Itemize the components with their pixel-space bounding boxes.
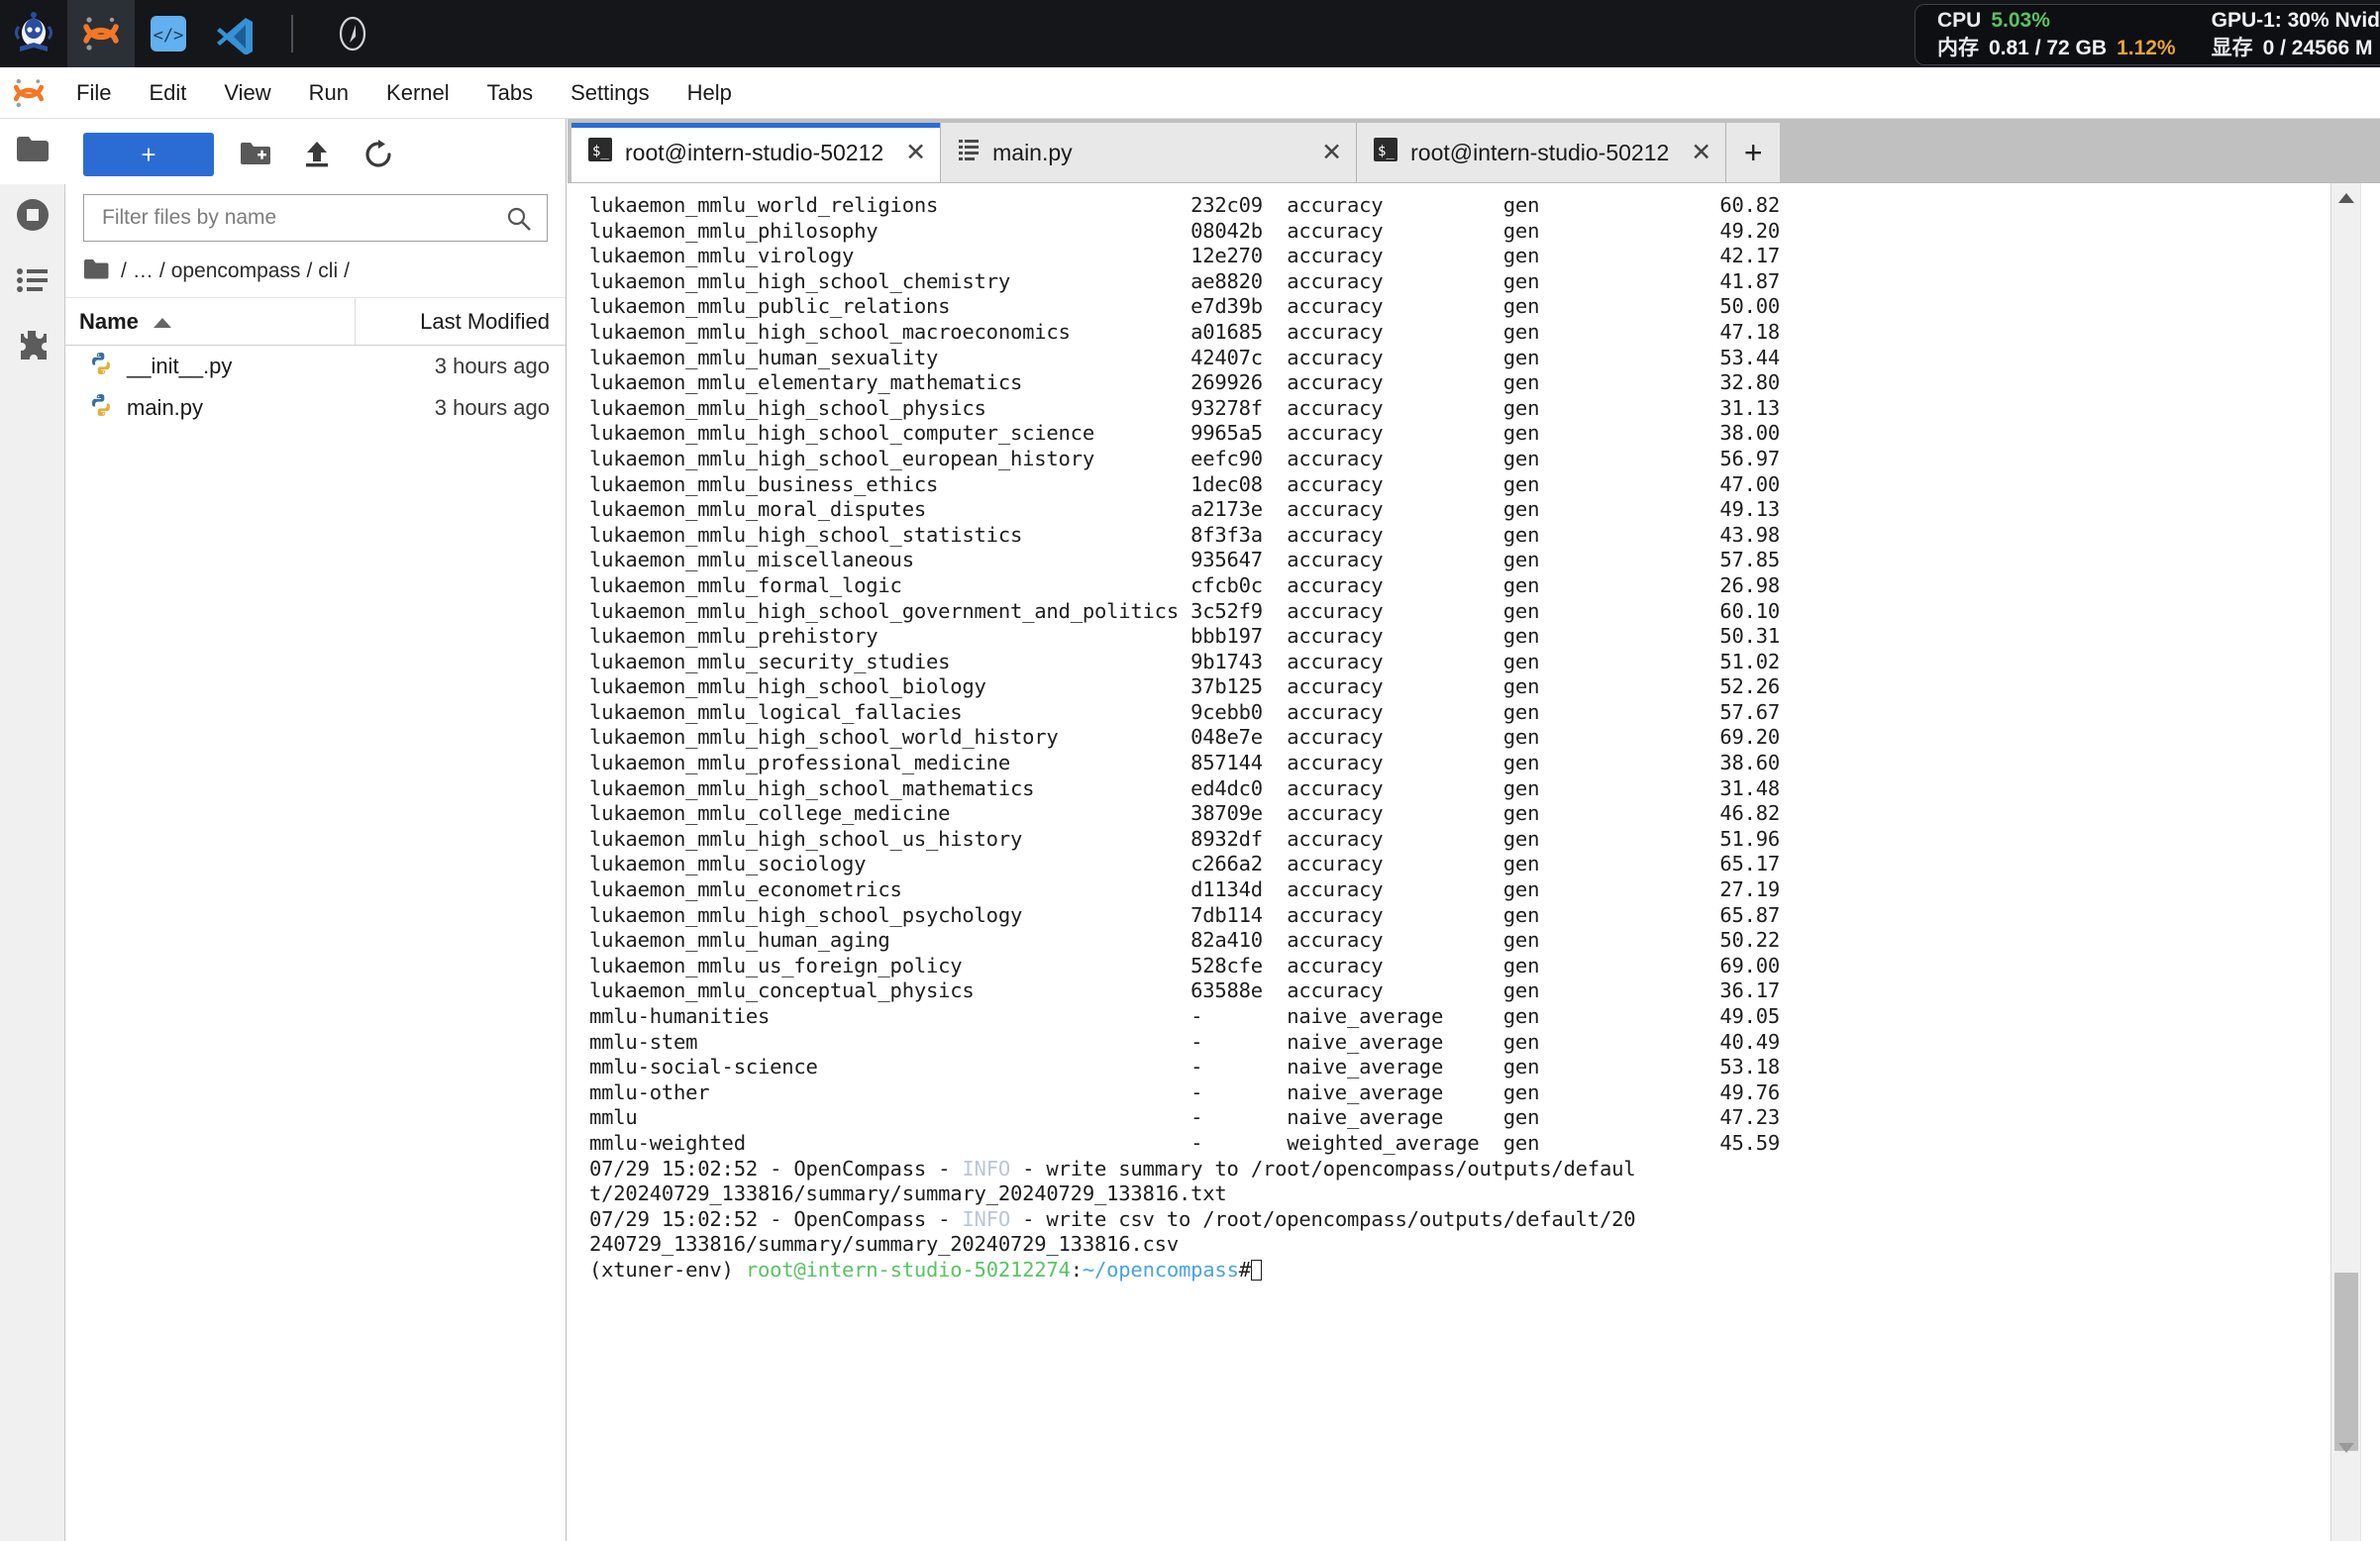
jupyter-app-icon[interactable] <box>67 0 135 67</box>
menu-help[interactable]: Help <box>672 76 748 110</box>
vram-label: 显存 <box>2211 37 2253 59</box>
breadcrumb: / … / opencompass / cli / <box>65 252 566 298</box>
memory-label: 内存 <box>1936 37 1979 59</box>
upload-icon[interactable] <box>297 135 337 174</box>
sidebar-item-table-of-contents[interactable] <box>0 250 65 315</box>
tab-terminal-1[interactable]: $_ root@intern-studio-50212 ✕ <box>571 123 942 182</box>
vscode-icon[interactable] <box>202 0 269 67</box>
list-item[interactable]: __init__.py 3 hours ago <box>65 346 566 387</box>
folder-icon <box>16 135 50 169</box>
column-header-name-label: Name <box>79 308 139 334</box>
breadcrumb-home-icon[interactable] <box>83 257 109 285</box>
svg-text:$_: $_ <box>592 144 609 159</box>
tab-label: root@intern-studio-50212 <box>1410 139 1670 165</box>
breadcrumb-cli[interactable]: cli <box>318 259 338 283</box>
jupyter-logo-icon <box>0 75 57 111</box>
file-list: __init__.py 3 hours ago main.py 3 hours … <box>65 346 566 429</box>
tab-label: root@intern-studio-50212 <box>625 139 884 165</box>
sort-ascending-icon <box>153 309 172 335</box>
file-text-icon <box>957 137 981 168</box>
terminal-icon: $_ <box>1373 137 1398 168</box>
breadcrumb-sep-3: / <box>344 259 350 282</box>
file-filter-container <box>65 190 566 252</box>
svg-text:</>: </> <box>154 26 184 46</box>
menu-tabs[interactable]: Tabs <box>471 76 549 110</box>
menu-settings[interactable]: Settings <box>555 76 666 110</box>
cpu-value: 5.03% <box>1991 9 2050 32</box>
sidebar-item-file-browser[interactable] <box>0 119 65 184</box>
cpu-monitor: CPU 5.03% <box>1937 7 2176 35</box>
new-launcher-button[interactable]: + <box>83 133 214 176</box>
vram-value: 0 / 24566 M <box>2262 37 2373 59</box>
tab-label: main.py <box>992 139 1073 165</box>
menu-kernel[interactable]: Kernel <box>370 76 466 110</box>
new-folder-icon[interactable] <box>236 135 275 174</box>
menu-run[interactable]: Run <box>293 76 364 110</box>
stop-circle-icon <box>15 197 51 238</box>
terminal-panel: lukaemon_mmlu_world_religions 232c09 acc… <box>568 182 2380 1541</box>
svg-text:$_: $_ <box>1378 144 1395 159</box>
file-browser-panel: + Filter files by name / … / opencompass… <box>65 119 567 1541</box>
close-icon[interactable]: ✕ <box>1321 140 1342 165</box>
refresh-icon[interactable] <box>359 135 398 174</box>
tab-bar: $_ root@intern-studio-50212 ✕ main.py ✕ <box>568 119 2380 182</box>
main-dock-area: $_ root@intern-studio-50212 ✕ main.py ✕ <box>568 119 2380 1541</box>
breadcrumb-sep-1: / <box>158 259 165 282</box>
file-browser-toolbar: + <box>65 119 566 190</box>
breadcrumb-ellipsis[interactable]: … <box>133 259 154 283</box>
sidebar-item-running-terminals[interactable] <box>0 184 65 250</box>
close-icon[interactable]: ✕ <box>1691 140 1711 165</box>
code-server-icon[interactable]: </> <box>135 0 202 67</box>
terminal-output[interactable]: lukaemon_mmlu_world_religions 232c09 acc… <box>568 183 2346 1541</box>
menu-file[interactable]: File <box>60 76 127 110</box>
terminal-icon: $_ <box>587 137 613 168</box>
memory-value: 0.81 / 72 GB <box>1988 37 2108 59</box>
memory-monitor: 内存 0.81 / 72 GB 1.12% <box>1937 35 2176 62</box>
list-item[interactable]: main.py 3 hours ago <box>65 387 566 429</box>
scroll-down-icon[interactable] <box>2331 1433 2361 1463</box>
filter-files-input[interactable] <box>83 194 548 242</box>
sidebar-item-extensions[interactable] <box>0 315 65 380</box>
gpu-label: GPU-1: 30% Nvid <box>2211 9 2380 32</box>
taskbar-divider <box>291 15 293 52</box>
file-modified: 3 hours ago <box>434 354 550 378</box>
tab-main-py[interactable]: main.py ✕ <box>941 123 1358 182</box>
system-monitor-widget: CPU 5.03% GPU-1: 30% Nvid 内存 0.81 / 72 G… <box>1914 4 2380 65</box>
puzzle-icon <box>15 329 51 367</box>
python-file-icon <box>89 352 113 381</box>
compass-icon[interactable] <box>319 0 386 67</box>
file-modified: 3 hours ago <box>434 395 550 420</box>
column-header-last-modified[interactable]: Last Modified <box>356 298 566 345</box>
menu-edit[interactable]: Edit <box>133 76 202 110</box>
file-name: main.py <box>127 395 204 420</box>
python-file-icon <box>89 393 113 423</box>
new-tab-button[interactable]: + <box>1726 123 1781 182</box>
jupyterlab-menubar: File Edit View Run Kernel Tabs Settings … <box>0 67 2380 119</box>
os-taskbar: </> CPU 5.03% GPU-1: 30% Nvid 内存 0.81 / … <box>0 0 2380 67</box>
list-icon <box>16 266 50 299</box>
breadcrumb-root[interactable]: / <box>121 259 127 283</box>
breadcrumb-sep-2: / <box>306 259 313 282</box>
scrollbar-thumb[interactable] <box>2334 1273 2358 1451</box>
close-icon[interactable]: ✕ <box>905 140 926 165</box>
tab-terminal-2[interactable]: $_ root@intern-studio-50212 ✕ <box>1357 123 1727 182</box>
scroll-up-icon[interactable] <box>2331 183 2360 213</box>
file-list-header: Name Last Modified <box>65 298 566 346</box>
vram-monitor: 显存 0 / 24566 M <box>2212 35 2380 62</box>
search-icon[interactable] <box>506 206 532 237</box>
column-header-name[interactable]: Name <box>65 298 356 345</box>
memory-percent: 1.12% <box>2117 37 2176 59</box>
terminal-scrollbar[interactable] <box>2330 183 2360 1541</box>
breadcrumb-opencompass[interactable]: opencompass <box>171 259 301 283</box>
menu-view[interactable]: View <box>208 76 286 110</box>
gpu-monitor: GPU-1: 30% Nvid <box>2212 7 2380 35</box>
activity-sidebar <box>0 119 65 1541</box>
file-name: __init__.py <box>127 354 233 378</box>
cpu-label: CPU <box>1936 9 1982 32</box>
terminal-outer-scrollbar[interactable] <box>2360 183 2380 1541</box>
intern-studio-logo-icon[interactable] <box>0 0 67 67</box>
